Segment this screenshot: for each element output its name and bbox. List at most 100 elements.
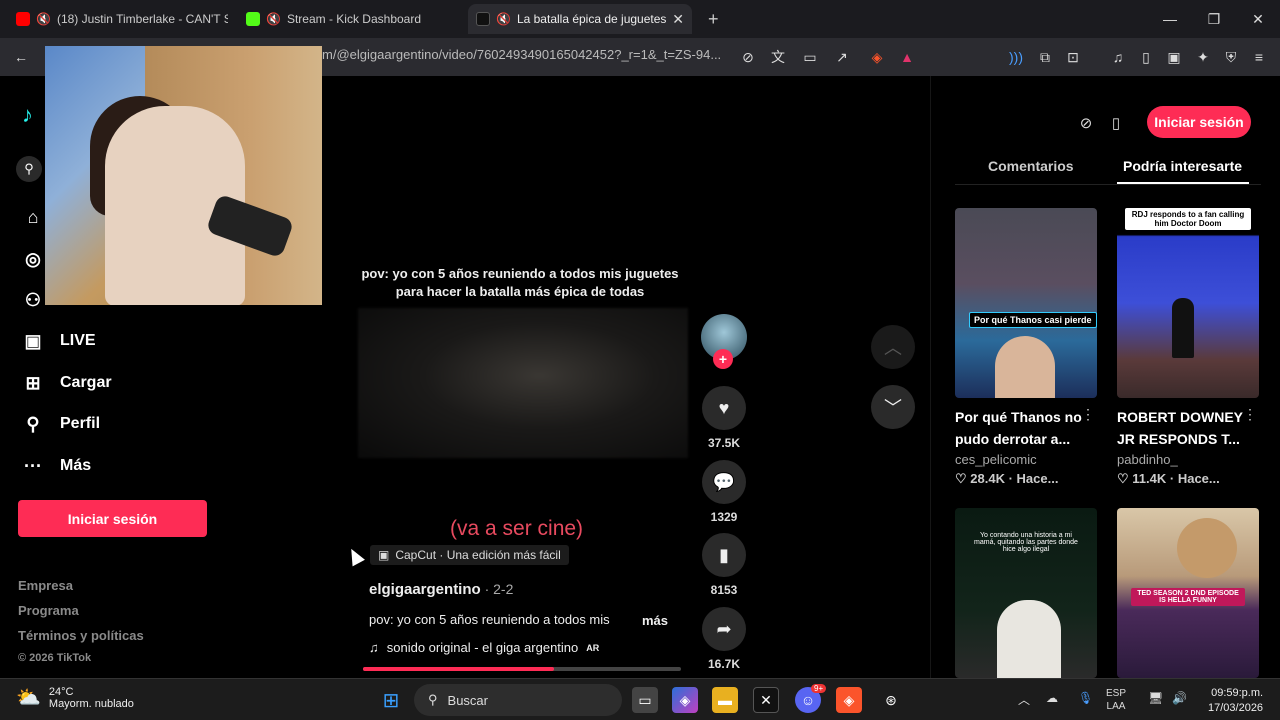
footer-link-program[interactable]: Programa <box>18 603 79 618</box>
microphone-icon[interactable]: 🎙 <box>1078 691 1093 705</box>
tab-youtube[interactable]: 🔇 (18) Justin Timberlake - CAN'T ST <box>8 4 228 34</box>
nav-profile[interactable]: ⚲ Perfil <box>22 413 100 435</box>
card-author[interactable]: pabdinho_ <box>1117 452 1259 467</box>
search-icon: ⚲ <box>428 692 438 707</box>
music-icon[interactable]: ♫ <box>1107 46 1129 68</box>
video-sound[interactable]: ♫ sonido original - el giga argentino AR <box>369 640 599 655</box>
related-video-card[interactable]: Yo contando una historia a mi mamá, quit… <box>955 508 1097 678</box>
header-login-button[interactable]: Iniciar sesión <box>1147 106 1251 138</box>
video-frame[interactable] <box>358 308 688 458</box>
search-icon[interactable]: ⚲ <box>16 156 42 182</box>
new-tab-button[interactable]: + <box>700 4 726 34</box>
back-icon[interactable]: ← <box>10 46 32 68</box>
m365-icon[interactable]: ◈ <box>672 687 698 713</box>
save-button[interactable]: ▮ <box>702 533 746 577</box>
tray-expand-icon[interactable]: ︿ <box>1018 691 1030 708</box>
next-video-button[interactable]: ﹀ <box>871 385 915 429</box>
tiktok-logo-icon[interactable]: ♪ <box>22 102 46 128</box>
video-thumbnail[interactable]: Por qué Thanos casi pierde <box>955 208 1097 398</box>
tab-comments[interactable]: Comentarios <box>988 158 1074 174</box>
login-button[interactable]: Iniciar sesión <box>18 500 207 537</box>
video-thumbnail[interactable]: RDJ responds to a fan calling him Doctor… <box>1117 208 1259 398</box>
cast-icon[interactable]: ▭ <box>799 46 821 68</box>
related-video-card[interactable]: Por qué Thanos casi pierde ⋮ Por qué Tha… <box>955 208 1097 487</box>
compass-icon[interactable]: ⊘ <box>1073 110 1099 136</box>
related-video-card[interactable]: RDJ responds to a fan calling him Doctor… <box>1117 208 1259 487</box>
tab-search-icon[interactable]: ⊡ <box>1062 46 1084 68</box>
system-clock[interactable]: 09:59:p.m. 17/03/2026 <box>1208 686 1263 716</box>
discord-badge: 9+ <box>811 684 827 693</box>
onedrive-icon[interactable]: ☁ <box>1046 691 1058 705</box>
nav-label: Perfil <box>60 415 101 432</box>
minimize-icon[interactable]: — <box>1148 0 1192 38</box>
share-count: 16.7K <box>707 657 741 671</box>
url-text[interactable]: m/@elgigaargentino/video/760249349016504… <box>322 47 721 62</box>
close-tab-icon[interactable]: ✕ <box>672 11 684 28</box>
extensions-icon[interactable]: ⧉ <box>1034 46 1056 68</box>
nav-live[interactable]: ▣ LIVE <box>22 330 96 352</box>
video-player[interactable]: pov: yo con 5 años reuniendo a todos mis… <box>330 76 930 678</box>
nav-label: Más <box>60 457 92 474</box>
nav-following[interactable]: ⚇ <box>22 289 44 311</box>
thumbnail-label: Yo contando una historia a mi mamá, quit… <box>974 532 1078 553</box>
tab-kick[interactable]: 🔇 Stream - Kick Dashboard <box>238 4 458 34</box>
sidebar-toggle-icon[interactable]: ▯ <box>1135 46 1157 68</box>
video-thumbnail[interactable]: TED SEASON 2 DND EPISODE IS HELLA FUNNY <box>1117 508 1259 678</box>
tab-tiktok[interactable]: 🔇 La batalla épica de juguetes c ✕ <box>468 4 692 34</box>
brave-shield-icon[interactable]: ◈ <box>866 46 888 68</box>
no-tracking-icon[interactable]: ⊘ <box>737 46 759 68</box>
search-label: Buscar <box>447 692 488 708</box>
brave-icon[interactable]: ◈ <box>836 687 862 713</box>
wallet-icon[interactable]: ▣ <box>1163 46 1185 68</box>
capcut-badge[interactable]: ▣ CapCut · Una edición más fácil <box>370 545 569 565</box>
related-video-card[interactable]: TED SEASON 2 DND EPISODE IS HELLA FUNNY <box>1117 508 1259 678</box>
comment-button[interactable]: 💬 <box>702 460 746 504</box>
maximize-icon[interactable]: ❐ <box>1192 0 1236 38</box>
volume-icon[interactable]: 🔊 <box>1172 691 1187 705</box>
share-button[interactable]: ➦ <box>702 607 746 651</box>
brave-rewards-icon[interactable]: ▲ <box>896 46 918 68</box>
more-button[interactable]: más <box>642 613 668 628</box>
windows-start-icon[interactable]: ⊞ <box>378 687 404 713</box>
bookmark-icon: ▮ <box>719 544 729 565</box>
file-explorer-icon[interactable]: ▬ <box>712 687 738 713</box>
video-author[interactable]: elgigaargentino · 2-2 <box>369 581 513 598</box>
card-title: ROBERT DOWNEY JR RESPONDS T... <box>1117 409 1243 447</box>
previous-video-button[interactable]: ︿ <box>871 325 915 369</box>
taskbar-search[interactable]: ⚲ Buscar <box>414 684 622 716</box>
device-icon[interactable]: ▯ <box>1103 110 1129 136</box>
kebab-menu-icon[interactable]: ⋮ <box>1081 406 1095 423</box>
translate-icon[interactable]: 文 <box>767 46 789 68</box>
like-button[interactable]: ♥ <box>702 386 746 430</box>
kebab-menu-icon[interactable]: ⋮ <box>1243 406 1257 423</box>
nav-more[interactable]: ··· Más <box>22 455 91 477</box>
capcut-app-icon[interactable]: ✕ <box>753 687 779 713</box>
follow-plus-icon[interactable]: + <box>713 349 733 369</box>
video-progress-bar[interactable] <box>363 667 681 671</box>
nav-explore[interactable]: ◎ <box>22 248 44 270</box>
thumbnail-bear <box>1177 518 1237 578</box>
obs-icon[interactable]: ⊛ <box>878 687 904 713</box>
author-name[interactable]: elgigaargentino <box>369 581 481 598</box>
nav-home[interactable]: ⌂ <box>22 206 44 228</box>
language-indicator[interactable]: ESP LAA <box>1106 687 1126 713</box>
vpn-icon[interactable]: ⛨ <box>1220 46 1242 68</box>
menu-icon[interactable]: ≡ <box>1248 46 1270 68</box>
read-aloud-icon[interactable]: ))) <box>1005 46 1027 68</box>
weather-widget[interactable]: ⛅ 24°C Mayorm. nublado <box>16 685 134 710</box>
leo-ai-icon[interactable]: ✦ <box>1192 46 1214 68</box>
video-thumbnail[interactable]: Yo contando una historia a mi mamá, quit… <box>955 508 1097 678</box>
tab-related[interactable]: Podría interesarte <box>1123 158 1242 174</box>
card-author[interactable]: ces_pelicomic <box>955 452 1097 467</box>
nav-upload[interactable]: ⊞ Cargar <box>22 372 111 394</box>
sound-flag: AR <box>586 642 600 653</box>
close-window-icon[interactable]: ✕ <box>1236 0 1280 38</box>
task-view-icon[interactable]: ▭ <box>632 687 658 713</box>
kick-icon <box>246 12 260 26</box>
footer-link-company[interactable]: Empresa <box>18 578 73 593</box>
windows-taskbar: ⛅ 24°C Mayorm. nublado ⊞ ⚲ Buscar ▭ ◈ ▬ … <box>0 678 1280 720</box>
footer-link-terms[interactable]: Términos y políticas <box>18 628 144 643</box>
nav-label: LIVE <box>60 332 96 349</box>
network-icon[interactable]: 🖥 <box>1148 691 1163 705</box>
share-icon[interactable]: ↗ <box>831 46 853 68</box>
